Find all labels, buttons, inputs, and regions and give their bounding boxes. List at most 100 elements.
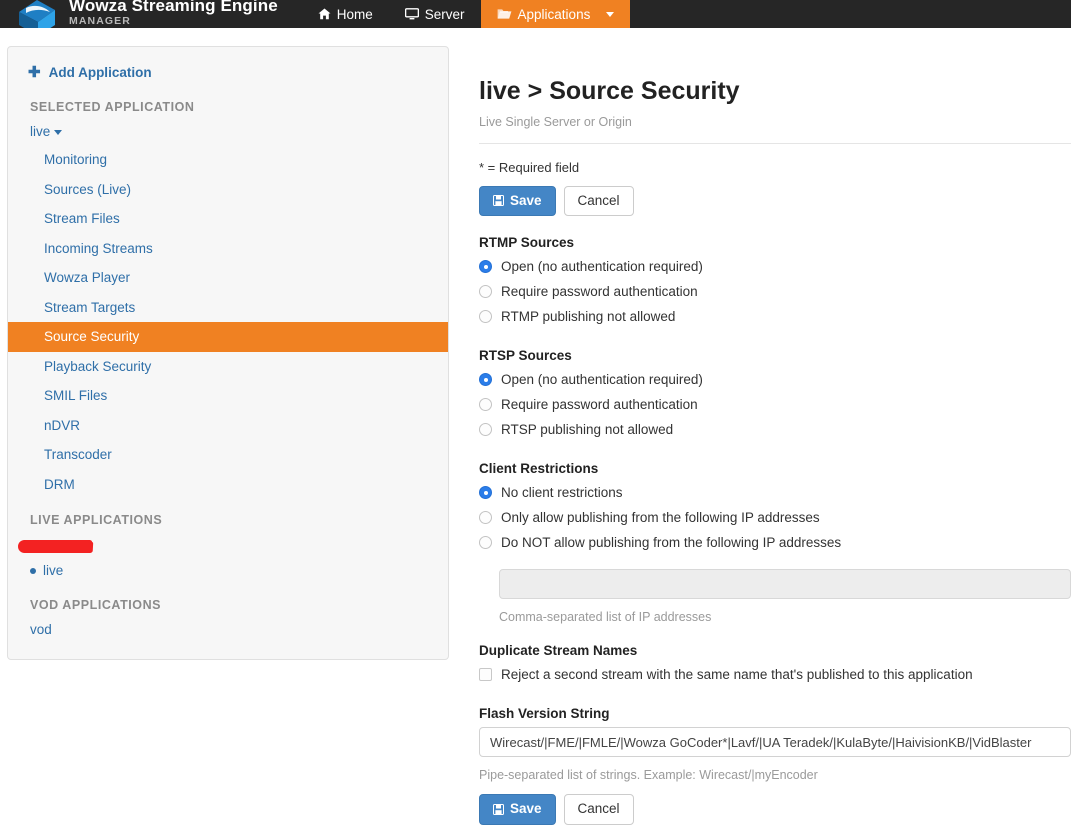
sidebar-item-label: DRM: [44, 476, 75, 492]
sidebar-item-smil-files[interactable]: SMIL Files: [8, 381, 448, 411]
client-restrictions-title: Client Restrictions: [479, 461, 599, 477]
page-title: live > Source Security: [479, 77, 740, 105]
home-icon: [318, 8, 331, 20]
client-restriction-deny-label: Do NOT allow publishing from the followi…: [501, 535, 842, 551]
sidebar-item-playback-security[interactable]: Playback Security: [8, 352, 448, 382]
rtmp-option-open[interactable]: Open (no authentication required): [479, 254, 1071, 279]
rtsp-option-not-allowed[interactable]: RTSP publishing not allowed: [479, 417, 1071, 442]
live-application-label: live: [43, 563, 64, 579]
nav-item-applications-label: Applications: [517, 6, 591, 22]
duplicate-stream-names-option[interactable]: Reject a second stream with the same nam…: [479, 662, 1071, 687]
sidebar-item-ndvr[interactable]: nDVR: [8, 411, 448, 441]
sidebar-item-label: Stream Targets: [44, 299, 136, 315]
vod-application-label: vod: [30, 622, 52, 638]
main-content: live > Source Security Live Single Serve…: [449, 46, 1071, 826]
sidebar-item-transcoder[interactable]: Transcoder: [8, 440, 448, 470]
rtmp-sources-title: RTMP Sources: [479, 235, 575, 251]
top-button-row: Save Cancel: [479, 185, 1071, 217]
nav-item-server-label: Server: [424, 6, 465, 22]
sidebar-item-label: SMIL Files: [44, 388, 108, 404]
radio-icon[interactable]: [479, 423, 492, 437]
add-application-label: Add Application: [48, 65, 152, 80]
rtsp-option-open[interactable]: Open (no authentication required): [479, 367, 1071, 392]
radio-icon[interactable]: [479, 260, 492, 274]
brand[interactable]: Wowza Streaming Engine MANAGER: [0, 0, 278, 28]
save-button-bottom[interactable]: Save: [479, 794, 556, 826]
sidebar-item-label: Sources (Live): [44, 181, 132, 197]
floppy-disk-icon: [493, 804, 504, 816]
ip-address-help: Comma-separated list of IP addresses: [499, 610, 712, 625]
nav-item-home-label: Home: [336, 6, 373, 22]
ip-address-input[interactable]: [499, 569, 1071, 600]
status-dot-icon: [30, 567, 36, 574]
chevron-down-icon: [54, 129, 63, 135]
sidebar-item-label: Playback Security: [44, 358, 152, 374]
sidebar-item-drm[interactable]: DRM: [8, 470, 448, 500]
client-restriction-none[interactable]: No client restrictions: [479, 480, 1071, 505]
rtsp-sources-title: RTSP Sources: [479, 348, 572, 364]
duplicate-stream-names-title: Duplicate Stream Names: [479, 643, 638, 659]
plus-icon: ✚: [28, 64, 41, 81]
flash-version-string-help: Pipe-separated list of strings. Example:…: [479, 768, 818, 783]
flash-version-string-input[interactable]: [479, 727, 1071, 758]
rtmp-option-open-label: Open (no authentication required): [501, 259, 703, 275]
sidebar-item-incoming-streams[interactable]: Incoming Streams: [8, 234, 448, 264]
radio-icon[interactable]: [479, 511, 492, 525]
radio-icon[interactable]: [479, 536, 492, 550]
rtsp-option-not-allowed-label: RTSP publishing not allowed: [501, 422, 674, 438]
rtsp-option-open-label: Open (no authentication required): [501, 372, 703, 388]
sidebar-item-source-security[interactable]: Source Security: [8, 322, 448, 352]
nav-item-applications[interactable]: Applications: [480, 0, 631, 28]
save-button-bottom-label: Save: [510, 801, 542, 817]
add-application-button[interactable]: ✚ Add Application: [8, 59, 448, 86]
chevron-down-icon: [606, 11, 615, 17]
monitor-icon: [404, 8, 419, 20]
radio-icon[interactable]: [479, 310, 492, 324]
page-body: ✚ Add Application SELECTED APPLICATION l…: [0, 28, 1071, 832]
rtmp-option-password[interactable]: Require password authentication: [479, 279, 1071, 304]
sidebar-item-label: nDVR: [44, 417, 81, 433]
sidebar-item-label: Stream Files: [44, 211, 120, 227]
radio-icon[interactable]: [479, 285, 492, 299]
cancel-button-bottom[interactable]: Cancel: [563, 794, 634, 826]
cancel-button[interactable]: Cancel: [563, 185, 634, 217]
client-restriction-allow-label: Only allow publishing from the following…: [501, 510, 820, 526]
nav-items: Home Server Applications: [302, 0, 631, 28]
ip-address-group: Comma-separated list of IP addresses: [499, 569, 1071, 624]
rtsp-option-password-label: Require password authentication: [501, 397, 698, 413]
folder-icon: [497, 8, 512, 20]
selected-application-dropdown[interactable]: live: [8, 120, 448, 145]
nav-item-home[interactable]: Home: [302, 0, 389, 28]
sidebar-item-label: Transcoder: [44, 447, 112, 463]
vod-application-item-vod[interactable]: vod: [8, 618, 448, 643]
sidebar-item-label: Monitoring: [44, 152, 108, 167]
divider: [479, 142, 1071, 144]
rtmp-option-not-allowed[interactable]: RTMP publishing not allowed: [479, 304, 1071, 329]
sidebar-item-label: Wowza Player: [44, 270, 131, 286]
sidebar: ✚ Add Application SELECTED APPLICATION l…: [7, 46, 449, 661]
top-navigation-bar: Wowza Streaming Engine MANAGER Home Serv…: [0, 0, 1071, 28]
wowza-logo-icon: [14, 0, 60, 28]
sidebar-item-label: Incoming Streams: [44, 240, 153, 256]
client-restriction-allow[interactable]: Only allow publishing from the following…: [479, 505, 1071, 530]
radio-icon[interactable]: [479, 398, 492, 412]
sidebar-item-wowza-player[interactable]: Wowza Player: [8, 263, 448, 293]
live-application-item-live[interactable]: live: [8, 557, 448, 584]
rtsp-option-password[interactable]: Require password authentication: [479, 392, 1071, 417]
bottom-button-row: Save Cancel: [479, 794, 1071, 826]
client-restriction-deny[interactable]: Do NOT allow publishing from the followi…: [479, 530, 1071, 555]
brand-title: Wowza Streaming Engine: [69, 0, 278, 15]
sidebar-item-monitoring[interactable]: Monitoring: [8, 145, 448, 175]
radio-icon[interactable]: [479, 486, 492, 500]
sidebar-item-sources-live[interactable]: Sources (Live): [8, 175, 448, 205]
selected-application-heading: SELECTED APPLICATION: [30, 100, 195, 114]
save-button[interactable]: Save: [479, 185, 556, 217]
redaction-mark: [19, 540, 93, 554]
checkbox-icon[interactable]: [479, 668, 492, 682]
nav-item-server[interactable]: Server: [389, 0, 481, 28]
duplicate-stream-names-label: Reject a second stream with the same nam…: [501, 667, 973, 683]
floppy-disk-icon: [493, 195, 504, 207]
sidebar-item-stream-files[interactable]: Stream Files: [8, 204, 448, 234]
radio-icon[interactable]: [479, 373, 492, 387]
sidebar-item-stream-targets[interactable]: Stream Targets: [8, 293, 448, 323]
